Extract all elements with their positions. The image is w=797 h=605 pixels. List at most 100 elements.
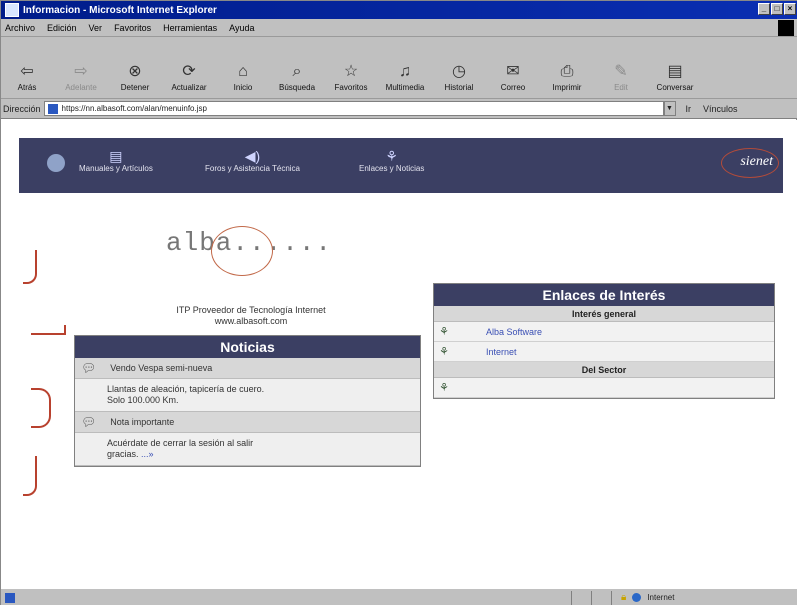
zone-label: Internet bbox=[647, 593, 675, 602]
nav-foros-asistencia[interactable]: ◀) Foros y Asistencia Técnica bbox=[205, 148, 300, 173]
edit-icon: ✎ bbox=[614, 63, 628, 80]
ie-icon bbox=[5, 3, 19, 17]
links-panel: Enlaces de Interés Interés general ⚘ Alb… bbox=[433, 283, 775, 399]
windows-logo-icon bbox=[778, 20, 794, 36]
logo-annotation-circle bbox=[211, 226, 273, 276]
forward-button[interactable]: ⇨ Adelante bbox=[59, 63, 103, 92]
menu-archivo[interactable]: Archivo bbox=[5, 23, 35, 33]
company-tagline: ITP Proveedor de Tecnología Internet bbox=[176, 305, 326, 315]
menu-ayuda[interactable]: Ayuda bbox=[229, 23, 254, 33]
menu-ver[interactable]: Ver bbox=[89, 23, 103, 33]
search-button[interactable]: ⌕ Búsqueda bbox=[275, 63, 319, 92]
forward-arrow-icon: ⇨ bbox=[74, 63, 88, 80]
company-url[interactable]: www.albasoft.com bbox=[131, 316, 371, 327]
alba-logo: alba...... bbox=[166, 226, 331, 290]
menu-bar: Archivo Edición Ver Favoritos Herramient… bbox=[1, 19, 797, 37]
stop-button[interactable]: ⊗ Detener bbox=[113, 63, 157, 92]
close-button[interactable]: × bbox=[784, 3, 796, 15]
mail-button[interactable]: ✉ Correo bbox=[491, 63, 535, 92]
multimedia-button[interactable]: ♫ Multimedia bbox=[383, 63, 427, 92]
discuss-icon: ▤ bbox=[667, 63, 683, 80]
status-bar: 🔒︎ Internet bbox=[1, 588, 797, 605]
menu-favoritos[interactable]: Favoritos bbox=[114, 23, 151, 33]
home-icon: ⌂ bbox=[238, 63, 248, 80]
read-more-link[interactable]: ...» bbox=[141, 449, 154, 459]
home-button[interactable]: ⌂ Inicio bbox=[221, 63, 265, 92]
link-row[interactable]: ⚘ bbox=[434, 378, 774, 398]
maximize-button[interactable]: □ bbox=[771, 3, 783, 15]
stop-icon: ⊗ bbox=[128, 63, 142, 80]
link-row[interactable]: ⚘ Internet bbox=[434, 342, 774, 362]
news-item-title[interactable]: 💬︎ Nota importante bbox=[75, 412, 420, 433]
news-item-body: Acuérdate de cerrar la sesión al salir g… bbox=[75, 433, 420, 466]
link-icon: ⚘ bbox=[439, 346, 449, 358]
window-controls: _ □ × bbox=[758, 3, 796, 15]
links-header: Enlaces de Interés bbox=[434, 284, 774, 306]
page-icon bbox=[47, 103, 58, 114]
company-info: ITP Proveedor de Tecnología Internet www… bbox=[131, 305, 371, 327]
page-status-icon bbox=[5, 592, 15, 603]
lock-icon: 🔒︎ bbox=[621, 592, 627, 603]
multimedia-icon: ♫ bbox=[399, 63, 411, 80]
handwritten-mark bbox=[31, 388, 51, 428]
globe-icon[interactable] bbox=[47, 154, 65, 172]
address-label: Dirección bbox=[3, 103, 41, 114]
menu-herramientas[interactable]: Herramientas bbox=[163, 23, 217, 33]
refresh-button[interactable]: ⟳ Actualizar bbox=[167, 63, 211, 92]
mail-icon: ✉ bbox=[506, 63, 520, 80]
news-item-body: Llantas de aleación, tapicería de cuero.… bbox=[75, 379, 420, 412]
link-icon: ⚘ bbox=[439, 326, 449, 338]
link-icon: ⚘ bbox=[385, 148, 398, 164]
security-zone: 🔒︎ Internet bbox=[621, 592, 674, 603]
links-button[interactable]: Vínculos bbox=[703, 104, 738, 114]
menu-edicion[interactable]: Edición bbox=[47, 23, 77, 33]
address-value: https://nn.albasoft.com/alan/menuinfo.js… bbox=[61, 104, 207, 113]
speech-bubble-icon: 💬︎ bbox=[81, 415, 97, 429]
refresh-icon: ⟳ bbox=[182, 63, 196, 80]
page-content: ▤ Manuales y Artículos ◀) Foros y Asiste… bbox=[1, 120, 797, 588]
internet-zone-icon bbox=[632, 593, 642, 602]
brand-logo: sienet bbox=[740, 154, 773, 169]
go-button[interactable]: Ir bbox=[686, 104, 692, 114]
toolbar: ⇦ Atrás ⇨ Adelante ⊗ Detener ⟳ Actualizar ⌂ I… bbox=[1, 37, 797, 99]
nav-manuales-articulos[interactable]: ▤ Manuales y Artículos bbox=[79, 148, 153, 173]
news-item-title[interactable]: 💬︎ Vendo Vespa semi-nueva bbox=[75, 358, 420, 379]
status-separator bbox=[591, 591, 592, 605]
window-title: Informacion - Microsoft Internet Explore… bbox=[23, 4, 217, 16]
favorites-icon: ☆ bbox=[343, 63, 359, 80]
history-icon: ◷ bbox=[452, 63, 466, 80]
browser-window: Informacion - Microsoft Internet Explore… bbox=[0, 0, 797, 605]
favorites-button[interactable]: ☆ Favoritos bbox=[329, 63, 373, 92]
title-bar: Informacion - Microsoft Internet Explore… bbox=[1, 1, 797, 19]
status-separator bbox=[571, 591, 572, 605]
speaker-icon: ◀) bbox=[244, 148, 261, 164]
speech-bubble-icon: 💬︎ bbox=[81, 361, 97, 375]
section-interes-general: Interés general bbox=[434, 306, 774, 322]
book-icon: ▤ bbox=[109, 148, 123, 164]
address-dropdown-button[interactable]: ▼ bbox=[663, 101, 676, 116]
news-panel: Noticias 💬︎ Vendo Vespa semi-nueva Llant… bbox=[74, 335, 421, 467]
link-icon: ⚘ bbox=[439, 382, 449, 394]
back-arrow-icon: ⇦ bbox=[20, 63, 34, 80]
link-internet[interactable]: Internet bbox=[486, 347, 517, 357]
minimize-button[interactable]: _ bbox=[758, 3, 770, 15]
print-button[interactable]: ⎙ Imprimir bbox=[545, 63, 589, 92]
history-button[interactable]: ◷ Historial bbox=[437, 63, 481, 92]
edit-button[interactable]: ✎ Edit bbox=[599, 63, 643, 92]
address-bar: Dirección https://nn.albasoft.com/alan/m… bbox=[1, 99, 797, 119]
address-input[interactable]: https://nn.albasoft.com/alan/menuinfo.js… bbox=[43, 101, 664, 116]
link-row[interactable]: ⚘ Alba Software bbox=[434, 322, 774, 342]
search-icon: ⌕ bbox=[292, 63, 302, 80]
print-icon: ⎙ bbox=[560, 63, 574, 80]
section-del-sector: Del Sector bbox=[434, 362, 774, 378]
back-button[interactable]: ⇦ Atrás bbox=[5, 63, 49, 92]
handwritten-mark bbox=[31, 325, 66, 335]
status-separator bbox=[611, 591, 612, 605]
link-alba-software[interactable]: Alba Software bbox=[486, 327, 542, 337]
news-header: Noticias bbox=[75, 336, 420, 358]
handwritten-mark bbox=[23, 250, 37, 284]
discuss-button[interactable]: ▤ Conversar bbox=[653, 63, 697, 92]
handwritten-mark bbox=[23, 456, 37, 496]
site-banner: ▤ Manuales y Artículos ◀) Foros y Asiste… bbox=[19, 138, 783, 193]
nav-enlaces-noticias[interactable]: ⚘ Enlaces y Noticias bbox=[359, 148, 424, 173]
